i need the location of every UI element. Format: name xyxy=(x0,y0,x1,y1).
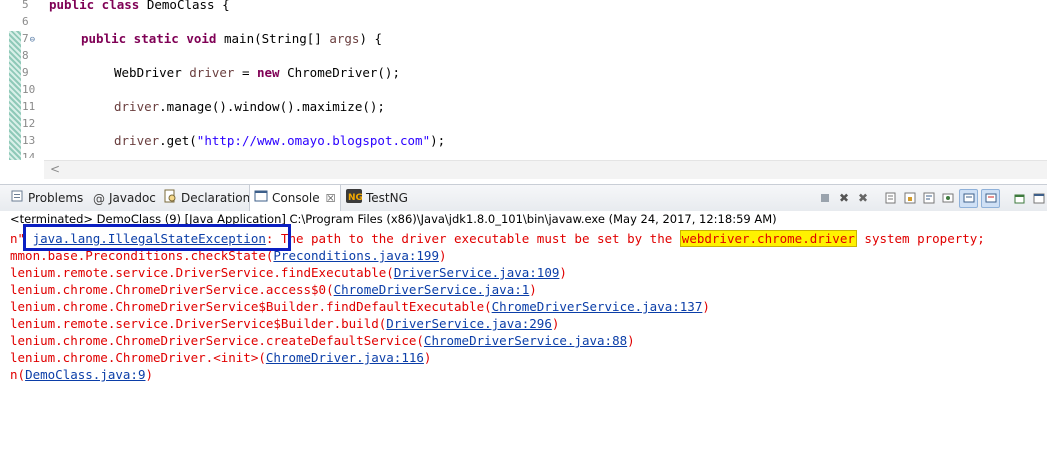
code-line-13[interactable]: driver.get("http://www.omayo.blogspot.co… xyxy=(114,132,445,149)
code-editor[interactable]: 5 6 7⊖ 8 9 10 11 12 13 14 public class D… xyxy=(0,0,1047,181)
tab-console[interactable]: Console ☒ xyxy=(249,185,341,211)
show-on-stderr-icon[interactable] xyxy=(981,188,1000,208)
problems-icon xyxy=(10,186,24,212)
view-tab-bar: Problems @ Javadoc Declaration Console ☒ N… xyxy=(0,184,1047,212)
svg-text:NG: NG xyxy=(348,193,362,203)
line-number: 11 xyxy=(22,100,36,113)
annotation-highlight-box xyxy=(23,224,291,251)
code-line-11[interactable]: driver.manage().window().maximize(); xyxy=(114,98,385,115)
scroll-left-arrow-icon[interactable]: < xyxy=(50,162,60,176)
fold-collapse-icon[interactable]: ⊖ xyxy=(30,35,35,45)
tab-label: Javadoc xyxy=(109,191,156,205)
testng-icon: NG xyxy=(346,186,363,212)
horizontal-scrollbar[interactable]: < xyxy=(44,160,1047,179)
clear-console-icon[interactable] xyxy=(883,190,899,206)
at-icon: @ xyxy=(93,191,105,206)
code-line-5[interactable]: public class DemoClass { xyxy=(49,0,230,13)
open-console-icon[interactable] xyxy=(1012,190,1028,206)
word-wrap-icon[interactable] xyxy=(921,190,937,206)
code-line-9[interactable]: WebDriver driver = new ChromeDriver(); xyxy=(114,64,400,81)
remove-launch-icon[interactable]: ✖ xyxy=(836,190,852,206)
tab-problems[interactable]: Problems xyxy=(10,185,83,211)
pin-console-icon[interactable] xyxy=(940,190,956,206)
line-number: 14 xyxy=(22,151,36,158)
tab-label: Problems xyxy=(28,191,84,205)
line-number: 5 xyxy=(22,0,29,11)
tab-declaration[interactable]: Declaration xyxy=(163,185,250,211)
line-number: 13 xyxy=(22,134,36,147)
stack-trace-link[interactable]: ChromeDriverService.java:88 xyxy=(424,333,627,348)
console-toolbar: ✖ ✖ xyxy=(817,188,1047,208)
console-line-stack: lenium.chrome.ChromeDriverService$Builde… xyxy=(10,299,710,314)
stack-trace-link[interactable]: Preconditions.java:199 xyxy=(273,248,439,263)
console-line-stack: lenium.remote.service.DriverService$Buil… xyxy=(10,316,560,331)
tab-testng[interactable]: NG TestNG xyxy=(346,185,408,211)
code-line-7[interactable]: public static void main(String[] args) { xyxy=(81,30,382,47)
highlighted-property: webdriver.chrome.driver xyxy=(679,230,857,247)
remove-all-terminated-icon[interactable]: ✖ xyxy=(855,190,871,206)
tab-label: Declaration xyxy=(181,191,251,205)
change-indicator-strip xyxy=(9,31,21,160)
line-number: 8 xyxy=(22,49,29,62)
stack-trace-link[interactable]: ChromeDriverService.java:1 xyxy=(334,282,530,297)
show-on-stdout-icon[interactable] xyxy=(959,188,978,208)
close-tab-icon[interactable]: ☒ xyxy=(326,192,336,205)
console-line-stack: lenium.chrome.ChromeDriverService.access… xyxy=(10,282,537,297)
stack-trace-link[interactable]: DriverService.java:296 xyxy=(386,316,552,331)
tab-label: Console xyxy=(272,191,320,205)
console-line-stack: lenium.chrome.ChromeDriver.<init>(Chrome… xyxy=(10,350,432,365)
line-number: 7⊖ xyxy=(22,32,36,45)
line-number-gutter: 5 6 7⊖ 8 9 10 11 12 13 14 xyxy=(0,0,44,160)
line-number: 9 xyxy=(22,66,29,79)
console-icon xyxy=(254,186,268,212)
console-line-stack: lenium.remote.service.DriverService.find… xyxy=(10,265,567,280)
console-line-stack: n(DemoClass.java:9) xyxy=(10,367,154,382)
stack-trace-link[interactable]: ChromeDriverService.java:137 xyxy=(492,299,703,314)
line-number: 10 xyxy=(22,83,36,96)
stack-trace-link[interactable]: ChromeDriver.java:116 xyxy=(266,350,424,365)
declaration-icon xyxy=(163,186,177,212)
line-number: 12 xyxy=(22,117,36,130)
tab-label: TestNG xyxy=(366,191,408,205)
console-line-stack: lenium.chrome.ChromeDriverService.create… xyxy=(10,333,635,348)
terminate-icon[interactable] xyxy=(817,190,833,206)
stack-trace-link[interactable]: DemoClass.java:9 xyxy=(25,367,145,382)
line-number: 6 xyxy=(22,15,29,28)
scroll-lock-icon[interactable] xyxy=(902,190,918,206)
stack-trace-link[interactable]: DriverService.java:109 xyxy=(394,265,560,280)
display-selected-console-icon[interactable] xyxy=(1031,190,1047,206)
tab-javadoc[interactable]: @ Javadoc xyxy=(93,185,156,211)
